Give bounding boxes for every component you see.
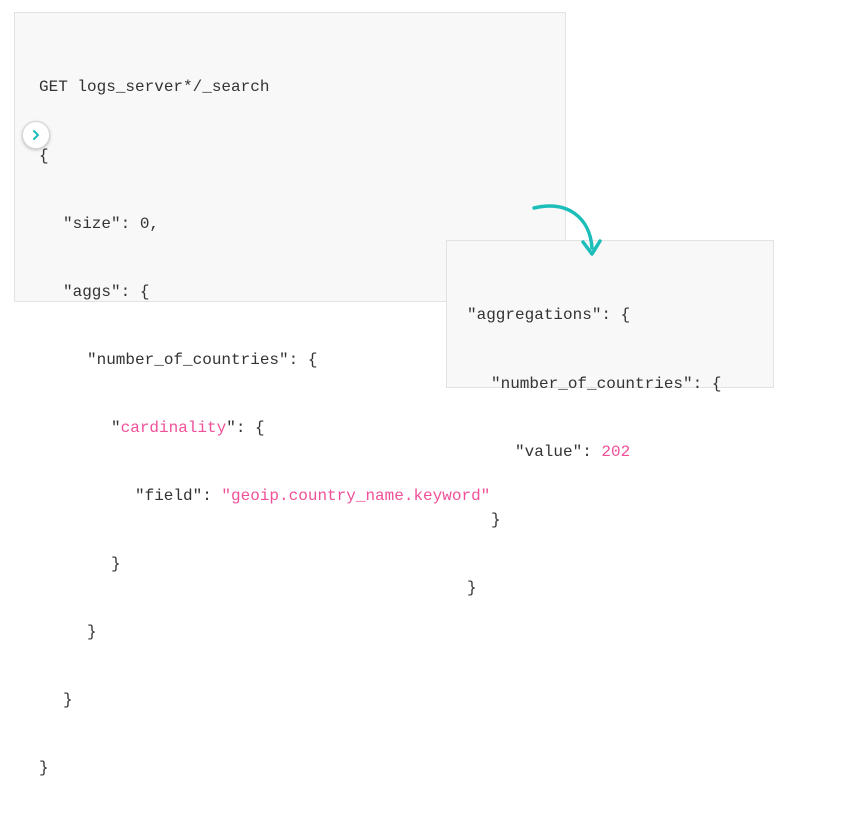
aggs-param-line: "aggs": { bbox=[63, 282, 150, 301]
field-value: "geoip.country_name.keyword" bbox=[221, 486, 491, 505]
aggregations-line: "aggregations": { bbox=[467, 306, 631, 325]
close-brace-aggs: } bbox=[63, 691, 73, 710]
cardinality-keyword: cardinality bbox=[120, 418, 227, 437]
field-key: "field": bbox=[135, 486, 222, 505]
cardinality-quote-open: " bbox=[111, 418, 121, 437]
cardinality-line: "cardinality": { bbox=[39, 417, 490, 440]
response-code-panel: "aggregations": { "number_of_countries":… bbox=[446, 240, 774, 597]
response-close-brace-root: } bbox=[467, 578, 477, 597]
size-param-line: "size": 0, bbox=[63, 214, 160, 233]
value-number: 202 bbox=[601, 442, 631, 461]
field-line: "field": "geoip.country_name.keyword" bbox=[39, 485, 490, 508]
chevron-right-icon bbox=[33, 130, 39, 140]
response-agg-name-line: "number_of_countries": { bbox=[491, 374, 722, 393]
agg-name-line: "number_of_countries": { bbox=[87, 350, 318, 369]
response-code-block[interactable]: "aggregations": { "number_of_countries":… bbox=[467, 259, 721, 645]
close-brace-root: } bbox=[39, 759, 49, 778]
request-open-brace: { bbox=[39, 146, 49, 165]
response-close-brace-agg: } bbox=[491, 510, 501, 529]
request-code-block[interactable]: GET logs_server*/_search { "size": 0, "a… bbox=[39, 31, 490, 825]
close-brace-cardinality: } bbox=[111, 555, 121, 574]
request-endpoint-line: GET logs_server*/_search bbox=[39, 78, 270, 97]
run-query-button[interactable] bbox=[22, 121, 50, 149]
value-line: "value": 202 bbox=[467, 441, 721, 464]
close-brace-agg-name: } bbox=[87, 623, 97, 642]
value-key: "value": bbox=[515, 442, 602, 461]
curved-arrow-icon bbox=[532, 204, 602, 256]
cardinality-rest: ": { bbox=[226, 418, 265, 437]
